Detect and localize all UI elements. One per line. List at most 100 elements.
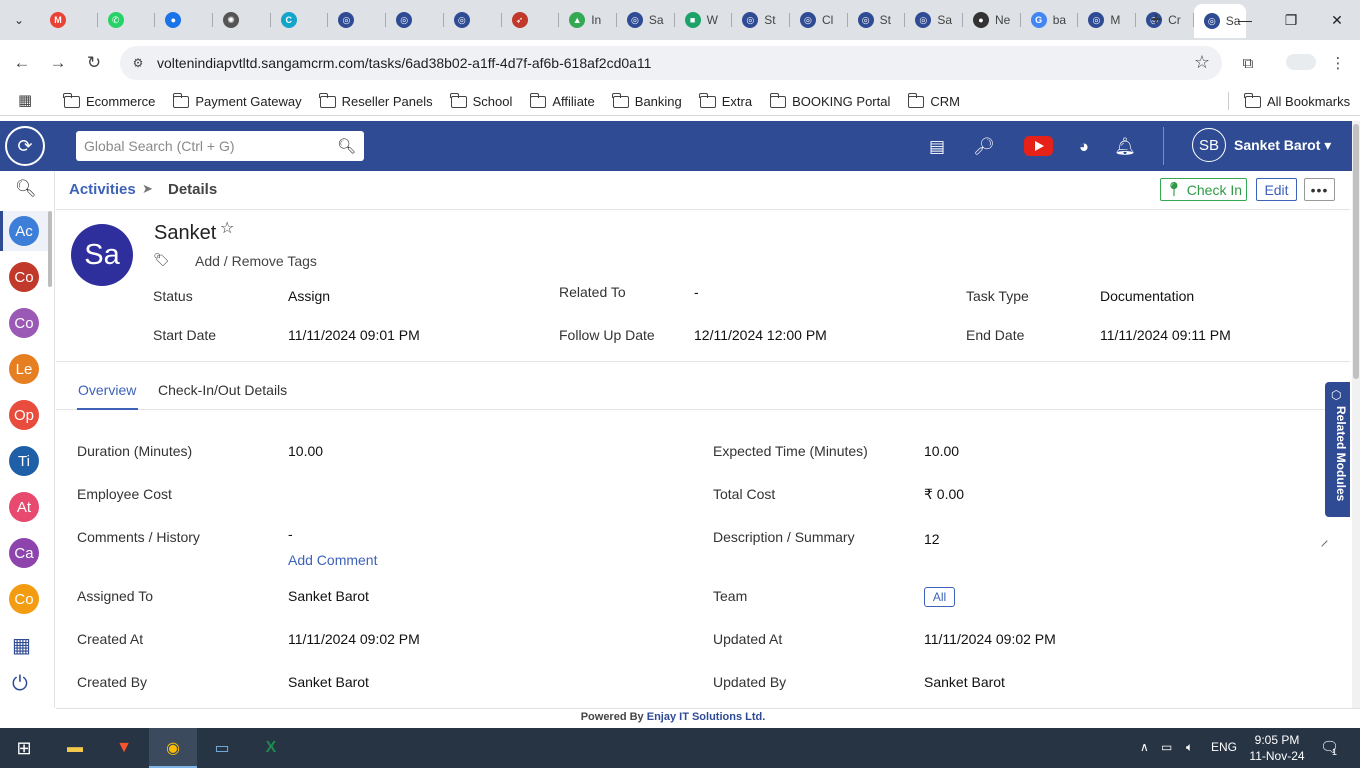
system-clock[interactable]: 9:05 PM 11-Nov-24 — [1248, 732, 1306, 764]
reload-button[interactable]: ↻ — [82, 51, 106, 75]
bookmark-folder[interactable]: Banking — [612, 90, 682, 112]
user-menu[interactable]: Sanket Barot ▾ — [1234, 137, 1331, 154]
volume-icon[interactable]: 🔈︎ — [1186, 740, 1193, 755]
browser-tab[interactable]: ● — [155, 6, 213, 34]
textarea-resize-handle[interactable] — [1316, 535, 1328, 547]
tab-overview[interactable]: Overview — [78, 382, 136, 398]
remote-desktop-icon[interactable]: ▭ — [209, 736, 235, 760]
sidebar-search-icon[interactable]: 🔍︎ — [15, 179, 37, 199]
bookmark-folder[interactable]: Reseller Panels — [318, 90, 433, 112]
browser-tab[interactable]: M — [40, 6, 98, 34]
bell-icon[interactable]: 🔔︎ — [1113, 135, 1137, 159]
sidebar-module-item[interactable]: Ca — [9, 538, 39, 568]
more-actions-button[interactable]: ••• — [1304, 178, 1335, 201]
browser-tab[interactable]: ◎ M — [1078, 6, 1136, 34]
bookmark-folder[interactable]: CRM — [907, 90, 960, 112]
forward-button[interactable]: → — [46, 51, 70, 75]
sidebar-module-item[interactable]: Co — [9, 308, 39, 338]
address-bar[interactable]: ⚙ voltenindiapvtltd.sangamcrm.com/tasks/… — [120, 46, 1222, 80]
youtube-icon[interactable] — [1024, 136, 1053, 156]
browser-tab[interactable]: ◎ Sa — [905, 6, 963, 34]
notes-icon[interactable]: ▤ — [925, 135, 949, 159]
apps-grid-icon[interactable]: ▦ — [18, 93, 34, 109]
tab-search-dropdown[interactable]: ⌄ — [6, 8, 32, 32]
browser-menu-icon[interactable]: ⋮ — [1326, 51, 1350, 75]
extensions-icon[interactable]: ⧉ — [1236, 51, 1260, 75]
tab-check-in-out[interactable]: Check-In/Out Details — [158, 382, 287, 398]
calculator-icon[interactable]: ▦ — [12, 633, 31, 658]
follow-up-date-value: 12/11/2024 12:00 PM — [694, 327, 827, 343]
favorite-star-icon[interactable]: ☆ — [220, 218, 234, 238]
sidebar-module-item[interactable]: Ti — [9, 446, 39, 476]
page-scrollbar-thumb[interactable] — [1353, 124, 1359, 379]
bookmark-folder[interactable]: Extra — [699, 90, 752, 112]
bookmark-folder[interactable]: Payment Gateway — [172, 90, 302, 112]
browser-tab[interactable]: ◎ — [386, 6, 444, 34]
tray-overflow-icon[interactable]: ∧ — [1140, 740, 1149, 754]
created-by-value: Sanket Barot — [288, 674, 369, 690]
back-button[interactable]: ← — [10, 51, 34, 75]
document-search-icon[interactable]: 🔎︎ — [972, 135, 996, 159]
brave-browser-icon[interactable]: ▼ — [111, 736, 137, 760]
browser-tab[interactable]: ◎ — [444, 6, 502, 34]
user-avatar[interactable]: SB — [1192, 128, 1226, 162]
browser-tab[interactable]: ◎ St — [848, 6, 906, 34]
edit-button[interactable]: Edit — [1256, 178, 1297, 201]
browser-tab[interactable]: ▲ In — [559, 6, 617, 34]
expected-time-value: 10.00 — [924, 443, 960, 459]
browser-tab[interactable]: C — [271, 6, 329, 34]
bag-icon: ■ — [684, 12, 701, 28]
close-window-button[interactable]: ✕ — [1322, 8, 1352, 32]
windows-start-icon[interactable]: ⊞ — [11, 736, 37, 760]
sidebar-module-item[interactable]: Ac — [9, 216, 39, 246]
all-bookmarks-button[interactable]: All Bookmarks — [1244, 90, 1350, 112]
chrome-icon[interactable]: ◉ — [160, 736, 186, 760]
network-icon[interactable]: ▭ — [1161, 740, 1172, 754]
app-logo-icon[interactable]: ⟳ — [5, 126, 45, 166]
site-info-icon[interactable]: ⚙ — [128, 53, 148, 73]
global-search-input[interactable] — [76, 131, 326, 161]
browser-tab[interactable]: Gba — [1021, 6, 1079, 34]
sidebar-module-item[interactable]: At — [9, 492, 39, 522]
add-remove-tags-link[interactable]: Add / Remove Tags — [195, 253, 317, 269]
browser-tab[interactable]: ◎ Sa — [617, 6, 675, 34]
globe-icon[interactable]: ◕ — [1072, 135, 1096, 159]
browser-tab[interactable]: ➶ — [502, 6, 560, 34]
sidebar-module-item[interactable]: Co — [9, 262, 39, 292]
sidebar-module-item[interactable]: Co — [9, 584, 39, 614]
language-indicator[interactable]: ENG — [1211, 740, 1237, 754]
power-icon[interactable]: ⏻ — [12, 673, 28, 696]
minimize-button[interactable]: — — [1230, 8, 1260, 32]
browser-tab[interactable]: ✆ — [98, 6, 156, 34]
browser-tab[interactable]: ◎ — [328, 6, 386, 34]
add-comment-link[interactable]: Add Comment — [288, 552, 377, 568]
bookmark-label: School — [472, 93, 513, 109]
file-explorer-icon[interactable]: ▬ — [62, 736, 88, 760]
profile-button[interactable] — [1286, 54, 1316, 70]
bookmark-folder[interactable]: Ecommerce — [63, 90, 155, 112]
bookmark-folder[interactable]: BOOKING Portal — [769, 90, 890, 112]
breadcrumb-activities-link[interactable]: Activities — [69, 181, 136, 198]
browser-tab[interactable]: ◎ Cl — [790, 6, 848, 34]
sidebar-module-item[interactable]: Le — [9, 354, 39, 384]
browser-tab[interactable]: ■ W — [675, 6, 733, 34]
browser-tab[interactable]: ✺ — [213, 6, 271, 34]
sidebar-scrollbar[interactable] — [48, 211, 52, 287]
bookmark-folder[interactable]: School — [450, 90, 513, 112]
bookmark-folder[interactable]: Affiliate — [529, 90, 595, 112]
check-in-button[interactable]: 📍︎ Check In — [1160, 178, 1247, 201]
excel-icon[interactable]: X — [258, 736, 284, 760]
bookmark-separator — [1228, 92, 1229, 110]
sidebar-module-item[interactable]: Op — [9, 400, 39, 430]
start-date-value: 11/11/2024 09:01 PM — [288, 327, 420, 343]
new-tab-button[interactable]: + — [1144, 8, 1168, 32]
browser-tab[interactable]: ◎ St — [732, 6, 790, 34]
browser-tab[interactable]: ● Ne — [963, 6, 1021, 34]
url-text[interactable]: voltenindiapvtltd.sangamcrm.com/tasks/6a… — [157, 55, 651, 71]
footer-company-link[interactable]: Enjay IT Solutions Ltd. — [647, 711, 766, 723]
maximize-button[interactable]: ❐ — [1276, 8, 1306, 32]
related-modules-label[interactable]: Related Modules — [1330, 406, 1348, 514]
search-icon[interactable]: 🔍︎ — [337, 137, 356, 155]
bookmark-star-icon[interactable]: ☆ — [1194, 52, 1210, 73]
description-value[interactable]: 12 — [924, 531, 940, 547]
